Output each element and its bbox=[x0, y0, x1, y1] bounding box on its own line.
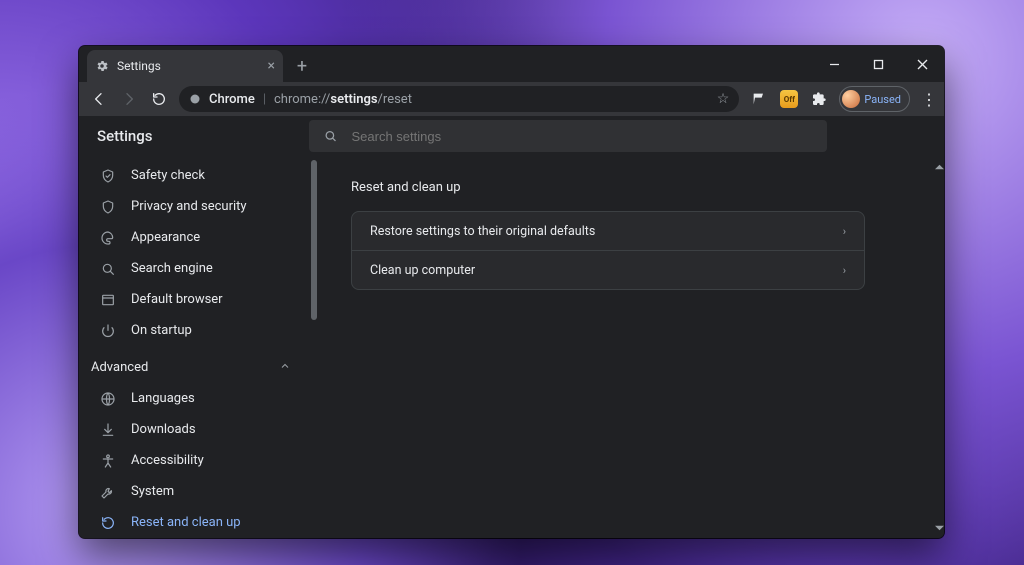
avatar bbox=[842, 90, 860, 108]
sidebar-item-system[interactable]: System bbox=[79, 476, 299, 507]
settings-search-input[interactable] bbox=[350, 128, 813, 145]
extensions-button[interactable] bbox=[809, 89, 829, 109]
new-tab-button[interactable]: + bbox=[289, 53, 315, 79]
omnibox-scheme: Chrome bbox=[209, 92, 255, 107]
chevron-right-icon: › bbox=[843, 264, 846, 277]
sidebar-item-label: Search engine bbox=[131, 261, 213, 276]
shield-check-icon bbox=[99, 167, 117, 185]
forward-button[interactable] bbox=[119, 89, 139, 109]
scroll-down-arrow-icon bbox=[932, 520, 944, 534]
profile-status: Paused bbox=[864, 93, 901, 106]
accessibility-icon bbox=[99, 452, 117, 470]
settings-search[interactable] bbox=[309, 120, 827, 152]
sidebar-item-label: Languages bbox=[131, 391, 195, 406]
scroll-up-arrow-icon bbox=[932, 160, 944, 174]
tab-strip: Settings × + bbox=[79, 46, 944, 82]
palette-icon bbox=[99, 229, 117, 247]
sidebar-item-label: Accessibility bbox=[131, 453, 204, 468]
sidebar-item-accessibility[interactable]: Accessibility bbox=[79, 445, 299, 476]
chevron-right-icon: › bbox=[843, 225, 846, 238]
window-icon bbox=[99, 291, 117, 309]
sidebar-item-label: Appearance bbox=[131, 230, 200, 245]
settings-row-restore-defaults[interactable]: Restore settings to their original defau… bbox=[352, 212, 864, 250]
window-controls bbox=[812, 46, 944, 82]
power-icon bbox=[99, 322, 117, 340]
sidebar-item-downloads[interactable]: Downloads bbox=[79, 414, 299, 445]
chrome-window: Settings × + Chrome | chrome://settings/… bbox=[79, 46, 944, 538]
bookmark-star-icon[interactable]: ☆ bbox=[717, 91, 730, 107]
settings-row-label: Clean up computer bbox=[370, 263, 475, 278]
search-icon bbox=[99, 260, 117, 278]
sidebar-item-default-browser[interactable]: Default browser bbox=[79, 284, 299, 315]
sidebar-item-label: Privacy and security bbox=[131, 199, 247, 214]
sidebar-item-label: Reset and clean up bbox=[131, 515, 241, 530]
sidebar-item-languages[interactable]: Languages bbox=[79, 383, 299, 414]
reload-button[interactable] bbox=[149, 89, 169, 109]
gear-icon bbox=[95, 59, 109, 73]
extension-icon-2[interactable]: Off bbox=[779, 89, 799, 109]
sidebar-group-advanced[interactable]: Advanced bbox=[79, 352, 311, 383]
sidebar-item-label: Downloads bbox=[131, 422, 196, 437]
sidebar-item-label: Safety check bbox=[131, 168, 205, 183]
sidebar-item-safety-check[interactable]: Safety check bbox=[79, 160, 299, 191]
omnibox-url: chrome://settings/reset bbox=[274, 92, 412, 107]
sidebar-item-search-engine[interactable]: Search engine bbox=[79, 253, 299, 284]
settings-sidebar: Safety check Privacy and security Appearan… bbox=[79, 156, 311, 538]
sidebar-item-appearance[interactable]: Appearance bbox=[79, 222, 299, 253]
section-title: Reset and clean up bbox=[351, 180, 904, 195]
settings-row-cleanup-computer[interactable]: Clean up computer › bbox=[352, 250, 864, 289]
sidebar-item-label: On startup bbox=[131, 323, 192, 338]
sidebar-item-privacy-security[interactable]: Privacy and security bbox=[79, 191, 299, 222]
sidebar-item-on-startup[interactable]: On startup bbox=[79, 315, 299, 346]
sidebar-item-reset-cleanup[interactable]: Reset and clean up bbox=[79, 507, 299, 538]
settings-header: Settings bbox=[79, 116, 944, 156]
wrench-icon bbox=[99, 483, 117, 501]
site-info-icon bbox=[189, 93, 201, 105]
search-icon bbox=[323, 128, 338, 144]
restore-icon bbox=[99, 514, 117, 532]
tab-settings[interactable]: Settings × bbox=[87, 50, 283, 82]
download-icon bbox=[99, 421, 117, 439]
main-scrollbar[interactable] bbox=[932, 160, 944, 534]
extension-icon-1[interactable] bbox=[749, 89, 769, 109]
chrome-menu-button[interactable]: ⋮ bbox=[920, 85, 938, 113]
omnibox[interactable]: Chrome | chrome://settings/reset ☆ bbox=[179, 86, 739, 112]
chevron-up-icon bbox=[279, 360, 291, 376]
window-minimize-button[interactable] bbox=[812, 46, 856, 82]
shield-icon bbox=[99, 198, 117, 216]
tab-close-button[interactable]: × bbox=[268, 59, 275, 73]
settings-main: Reset and clean up Restore settings to t… bbox=[311, 156, 944, 538]
settings-row-label: Restore settings to their original defau… bbox=[370, 224, 595, 239]
sidebar-item-label: System bbox=[131, 484, 174, 499]
globe-icon bbox=[99, 390, 117, 408]
settings-card: Restore settings to their original defau… bbox=[351, 211, 865, 290]
back-button[interactable] bbox=[89, 89, 109, 109]
page-title: Settings bbox=[97, 127, 153, 145]
tab-title: Settings bbox=[117, 59, 161, 73]
window-close-button[interactable] bbox=[900, 46, 944, 82]
settings-app: Settings Safety check Privacy and securit… bbox=[79, 116, 944, 538]
browser-toolbar: Chrome | chrome://settings/reset ☆ Off P… bbox=[79, 82, 944, 116]
profile-button[interactable]: Paused bbox=[839, 86, 910, 112]
window-maximize-button[interactable] bbox=[856, 46, 900, 82]
sidebar-item-label: Default browser bbox=[131, 292, 223, 307]
